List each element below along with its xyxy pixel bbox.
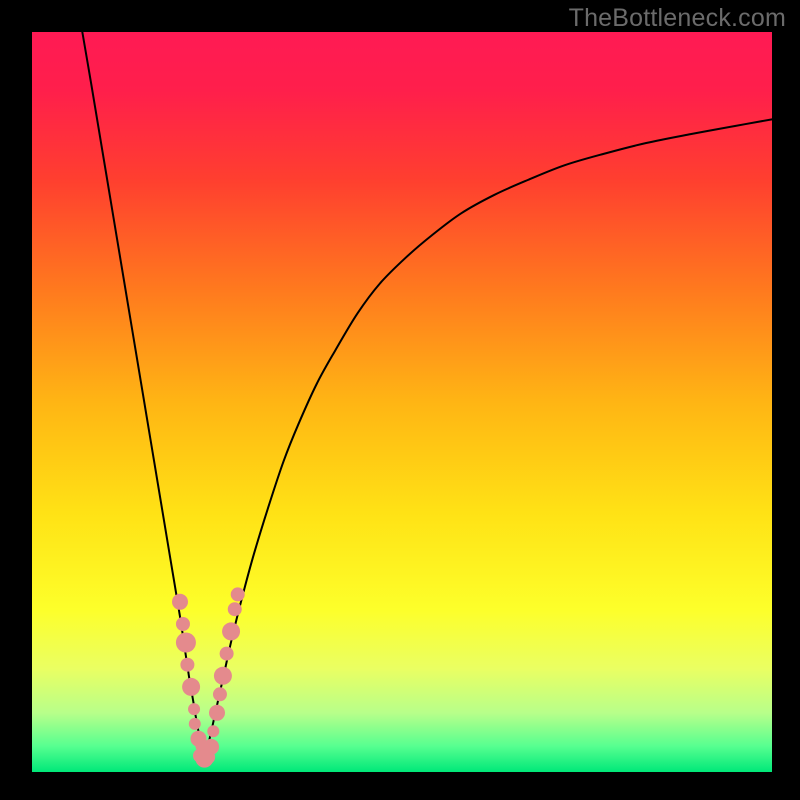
marker-point bbox=[209, 705, 225, 721]
marker-point bbox=[214, 667, 232, 685]
marker-point bbox=[189, 718, 201, 730]
marker-point bbox=[222, 622, 240, 640]
marker-point bbox=[176, 633, 196, 653]
gradient-background bbox=[32, 32, 772, 772]
watermark-text: TheBottleneck.com bbox=[569, 4, 786, 33]
chart-frame: TheBottleneck.com bbox=[0, 0, 800, 800]
marker-point bbox=[213, 687, 227, 701]
marker-point bbox=[172, 594, 188, 610]
marker-point bbox=[231, 587, 245, 601]
marker-point bbox=[207, 725, 219, 737]
chart-plot bbox=[0, 0, 800, 800]
marker-point bbox=[188, 703, 200, 715]
marker-point bbox=[176, 617, 190, 631]
marker-point bbox=[203, 739, 219, 755]
marker-point bbox=[180, 658, 194, 672]
marker-point bbox=[182, 678, 200, 696]
marker-point bbox=[220, 647, 234, 661]
marker-point bbox=[228, 602, 242, 616]
